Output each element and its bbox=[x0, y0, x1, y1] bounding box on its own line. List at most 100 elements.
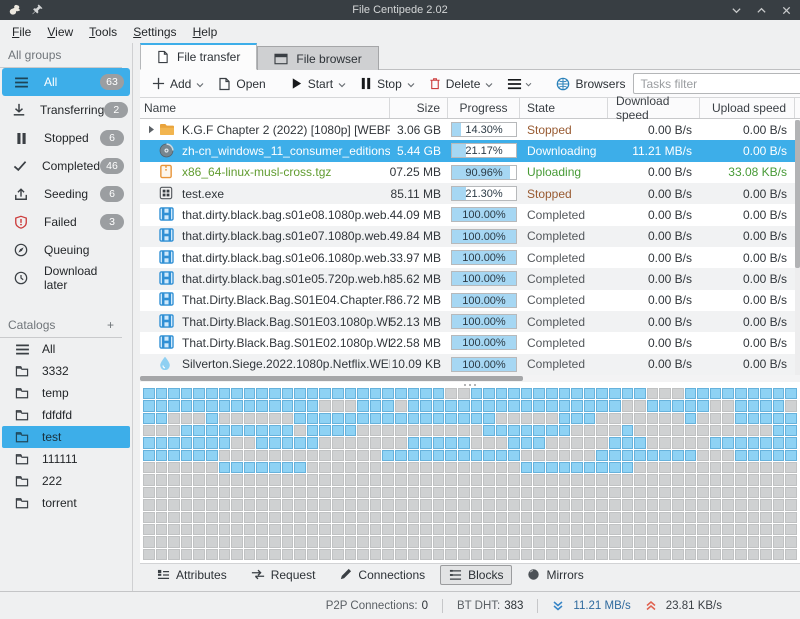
block-cell bbox=[433, 499, 445, 510]
block-cell bbox=[345, 549, 357, 560]
maximize-button[interactable] bbox=[756, 5, 767, 16]
more-menu-button[interactable] bbox=[501, 76, 538, 92]
table-row[interactable]: Silverton.Siege.2022.1080p.Netflix.WEB-D… bbox=[140, 354, 800, 375]
close-button[interactable] bbox=[781, 5, 792, 16]
bottom-tab-label: Connections bbox=[358, 568, 425, 582]
block-cell bbox=[496, 425, 508, 436]
task-download-speed: 0.00 B/s bbox=[608, 183, 700, 204]
column-header-name[interactable]: Name bbox=[140, 98, 390, 118]
block-cell bbox=[508, 437, 520, 448]
column-header-download-speed[interactable]: Download speed bbox=[608, 98, 700, 118]
tasks-table: NameSizeProgressStateDownload speedUploa… bbox=[140, 97, 800, 375]
block-cell bbox=[395, 499, 407, 510]
minimize-button[interactable] bbox=[731, 5, 742, 16]
open-button[interactable]: Open bbox=[212, 75, 271, 93]
block-cell bbox=[294, 536, 306, 547]
table-row[interactable]: that.dirty.black.bag.s01e05.720p.web.h26… bbox=[140, 268, 800, 289]
catalog-item-torrent[interactable]: torrent bbox=[2, 492, 130, 514]
block-cell bbox=[231, 450, 243, 461]
task-upload-speed: 0.00 B/s bbox=[700, 204, 795, 225]
scrollbar-thumb[interactable] bbox=[140, 376, 523, 381]
table-row[interactable]: zh-cn_windows_11_consumer_editions_upd··… bbox=[140, 140, 800, 161]
block-cell bbox=[647, 388, 659, 399]
table-header: NameSizeProgressStateDownload speedUploa… bbox=[140, 97, 800, 119]
block-cell bbox=[773, 512, 785, 523]
sidebar-item-all[interactable]: All 63 bbox=[2, 68, 130, 96]
block-cell bbox=[445, 549, 457, 560]
block-cell bbox=[559, 413, 571, 424]
groups-header: All groups bbox=[0, 46, 122, 68]
stop-button[interactable]: Stop bbox=[354, 75, 421, 93]
block-cell bbox=[647, 487, 659, 498]
sidebar-item-transferring[interactable]: Transferring 2 bbox=[2, 96, 130, 124]
delete-button[interactable]: Delete bbox=[423, 75, 500, 93]
block-cell bbox=[697, 536, 709, 547]
pin-icon[interactable] bbox=[32, 3, 44, 17]
table-row[interactable]: That.Dirty.Black.Bag.S01E02.1080p.WEB.h2… bbox=[140, 332, 800, 353]
sidebar-item-completed[interactable]: Completed 46 bbox=[2, 152, 130, 180]
tab-file-browser[interactable]: File browser bbox=[257, 46, 378, 70]
block-cell bbox=[269, 462, 281, 473]
sidebar-item-seeding[interactable]: Seeding 6 bbox=[2, 180, 130, 208]
catalog-item-all[interactable]: All bbox=[2, 338, 130, 360]
add-button[interactable]: Add bbox=[146, 75, 210, 93]
menu-tools[interactable]: Tools bbox=[81, 22, 125, 42]
table-row[interactable]: that.dirty.black.bag.s01e07.1080p.web.h2… bbox=[140, 226, 800, 247]
catalog-item-3332[interactable]: 3332 bbox=[2, 360, 130, 382]
browser-icon bbox=[274, 53, 288, 65]
table-row[interactable]: That.Dirty.Black.Bag.S01E04.Chapter.Four… bbox=[140, 290, 800, 311]
table-row[interactable]: that.dirty.black.bag.s01e08.1080p.web.h2… bbox=[140, 204, 800, 225]
table-row[interactable]: x86_64-linux-musl-cross.tgz 107.25 MB 90… bbox=[140, 162, 800, 183]
browsers-button[interactable]: Browsers bbox=[550, 75, 631, 93]
column-header-upload-speed[interactable]: Upload speed bbox=[700, 98, 795, 118]
block-cell bbox=[181, 512, 193, 523]
block-cell bbox=[307, 524, 319, 535]
tasks-filter-input[interactable] bbox=[634, 77, 800, 91]
vertical-scrollbar[interactable] bbox=[795, 120, 800, 375]
sidebar-item-failed[interactable]: Failed 3 bbox=[2, 208, 130, 236]
bottom-tab-mirrors[interactable]: Mirrors bbox=[518, 565, 592, 585]
menu-help[interactable]: Help bbox=[185, 22, 226, 42]
catalog-item-222[interactable]: 222 bbox=[2, 470, 130, 492]
bottom-tab-blocks[interactable]: Blocks bbox=[440, 565, 512, 585]
catalog-item-111111[interactable]: 111111 bbox=[2, 448, 130, 470]
tab-file-transfer[interactable]: File transfer bbox=[140, 43, 257, 70]
block-cell bbox=[357, 388, 369, 399]
sidebar-item-queuing[interactable]: Queuing bbox=[2, 236, 130, 264]
block-cell bbox=[483, 437, 495, 448]
table-row[interactable]: that.dirty.black.bag.s01e06.1080p.web.h2… bbox=[140, 247, 800, 268]
menu-settings[interactable]: Settings bbox=[125, 22, 184, 42]
catalog-item-test[interactable]: test bbox=[2, 426, 130, 448]
table-row[interactable]: test.exe 85.11 MB 21.30% Stopped 0.00 B/… bbox=[140, 183, 800, 204]
column-header-state[interactable]: State bbox=[520, 98, 608, 118]
table-row[interactable]: That.Dirty.Black.Bag.S01E03.1080p.WEB.h2… bbox=[140, 311, 800, 332]
column-header-progress[interactable]: Progress bbox=[448, 98, 520, 118]
start-button[interactable]: Start bbox=[284, 75, 352, 93]
add-catalog-button[interactable]: + bbox=[107, 318, 114, 332]
sidebar-item-download-later[interactable]: Download later bbox=[2, 264, 130, 292]
block-cell bbox=[546, 437, 558, 448]
menu-file[interactable]: File bbox=[4, 22, 39, 42]
expand-caret-icon[interactable] bbox=[144, 125, 159, 134]
catalog-item-label: test bbox=[42, 430, 61, 444]
sidebar-item-stopped[interactable]: Stopped 6 bbox=[2, 124, 130, 152]
catalog-item-temp[interactable]: temp bbox=[2, 382, 130, 404]
block-cell bbox=[596, 499, 608, 510]
bottom-tab-request[interactable]: Request bbox=[242, 565, 325, 585]
block-cell bbox=[458, 413, 470, 424]
bottom-tab-attributes[interactable]: Attributes bbox=[148, 565, 236, 585]
table-row[interactable]: K.G.F Chapter 2 (2022) [1080p] [WEBRip] … bbox=[140, 119, 800, 140]
catalog-item-fdfdfd[interactable]: fdfdfd bbox=[2, 404, 130, 426]
bottom-tab-connections[interactable]: Connections bbox=[330, 565, 434, 585]
menu-view[interactable]: View bbox=[39, 22, 81, 42]
block-cell bbox=[231, 487, 243, 498]
block-cell bbox=[773, 462, 785, 473]
column-header-size[interactable]: Size bbox=[390, 98, 448, 118]
block-cell bbox=[307, 388, 319, 399]
scrollbar-thumb[interactable] bbox=[795, 120, 800, 268]
block-cell bbox=[496, 487, 508, 498]
horizontal-scrollbar[interactable] bbox=[140, 375, 800, 382]
app-duck-icon bbox=[8, 3, 22, 17]
block-cell bbox=[332, 524, 344, 535]
block-cell bbox=[395, 474, 407, 485]
